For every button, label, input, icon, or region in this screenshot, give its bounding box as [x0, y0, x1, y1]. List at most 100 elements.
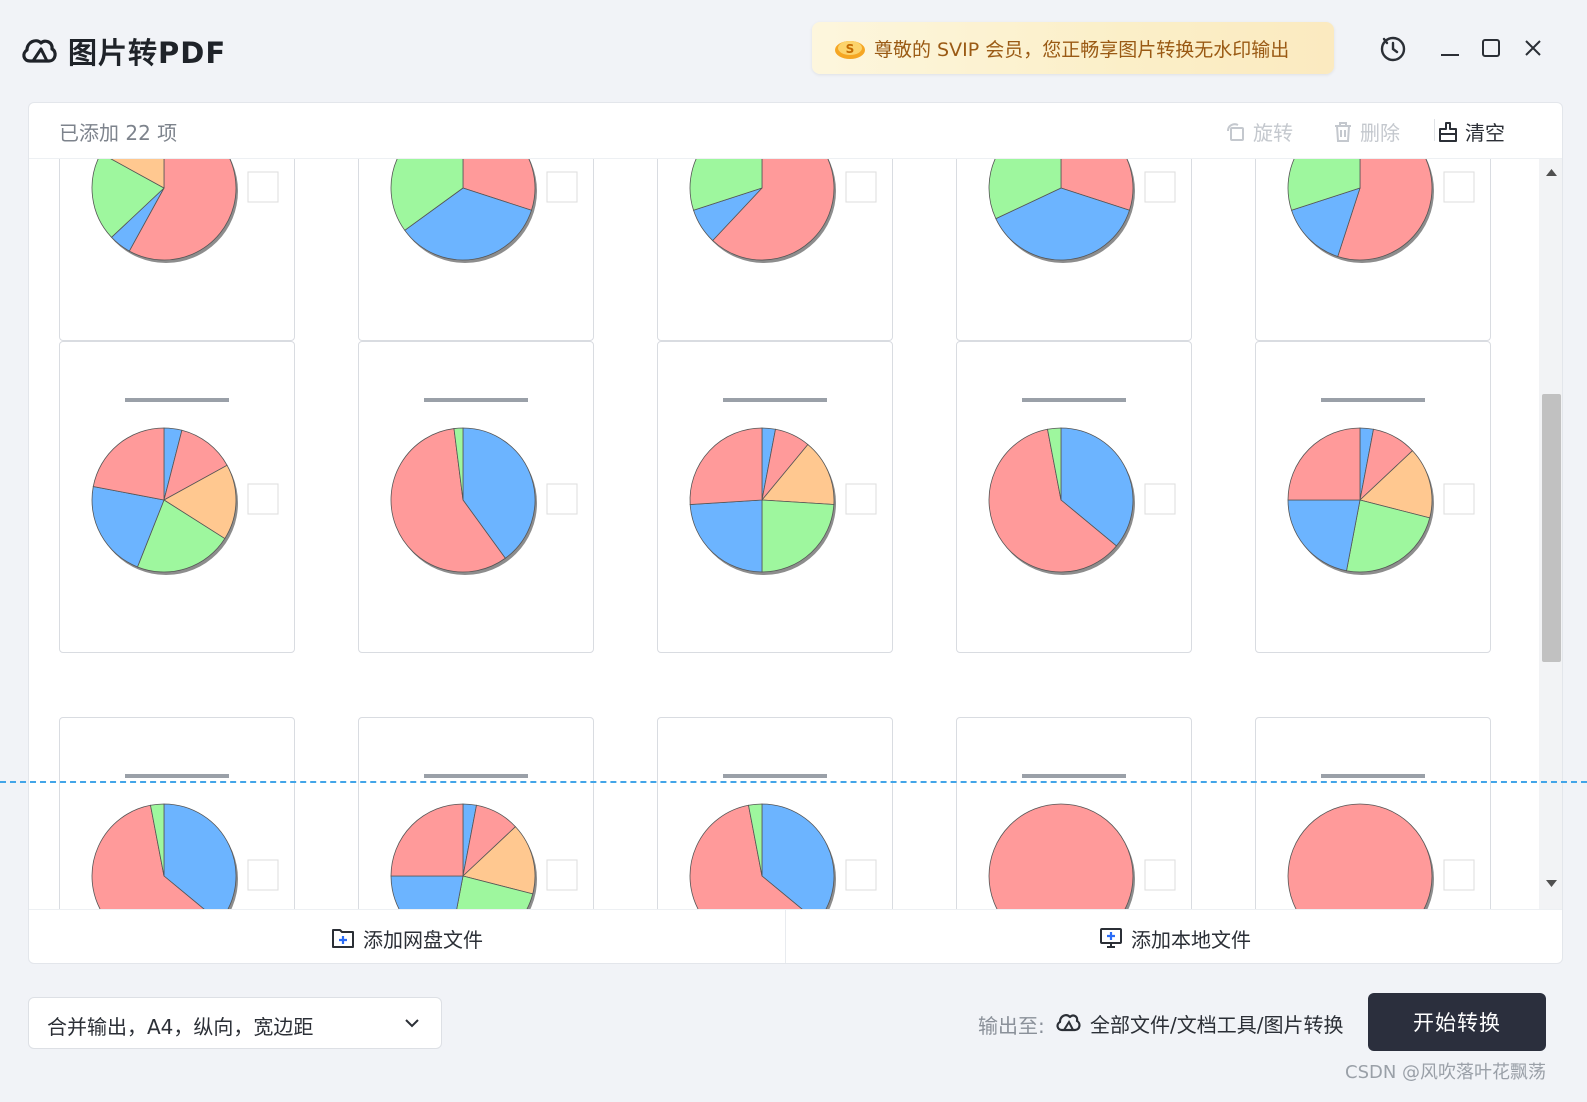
pie-legend: [247, 171, 279, 203]
pie-slice: [1287, 427, 1361, 501]
pie-legend: [845, 859, 877, 891]
thumbnail-card[interactable]: [657, 717, 893, 909]
pie-chart-thumbnail: [1287, 159, 1475, 263]
thumbnail-card[interactable]: [956, 341, 1192, 653]
pie-legend: [247, 483, 279, 515]
pie-legend: [247, 859, 279, 891]
pie-chart-thumbnail: [91, 398, 279, 575]
maximize-icon[interactable]: [1479, 36, 1503, 60]
pie-chart-thumbnail: [1287, 774, 1475, 909]
page-break-guide: [0, 781, 1587, 783]
pie-legend: [1443, 483, 1475, 515]
rotate-label: 旋转: [1253, 121, 1293, 145]
thumbnail-card[interactable]: [59, 159, 295, 341]
pie-chart-thumbnail: [390, 398, 578, 575]
thumbnail-card[interactable]: [59, 717, 295, 909]
add-cloud-button[interactable]: 添加网盘文件: [29, 910, 785, 963]
scrollbar-thumb[interactable]: [1542, 394, 1561, 662]
pie-slice: [390, 875, 464, 909]
scroll-down-icon[interactable]: [1545, 879, 1558, 889]
thumbnail-title-mark: [723, 774, 827, 778]
svg-text:S: S: [846, 42, 855, 56]
start-convert-button[interactable]: 开始转换: [1368, 993, 1546, 1051]
pie-slice: [761, 499, 835, 573]
add-cloud-label: 添加网盘文件: [363, 927, 483, 952]
broom-icon: [1439, 121, 1457, 142]
pie-chart-thumbnail: [390, 774, 578, 909]
output-path-link[interactable]: 全部文件/文档工具/图片转换: [1090, 1009, 1343, 1038]
thumbnail-card[interactable]: [1255, 341, 1491, 653]
output-setting-value: 合并输出，A4，纵向，宽边距: [47, 1015, 314, 1039]
thumbnail-card[interactable]: [358, 341, 594, 653]
pie-slice: [689, 427, 763, 505]
pie-chart-thumbnail: [988, 774, 1176, 909]
pie-slice: [988, 803, 1134, 909]
rotate-icon: [1227, 122, 1244, 141]
pie-slice: [689, 499, 763, 573]
thumbnail-card[interactable]: [1255, 717, 1491, 909]
panel-header: 已添加 22 项 旋转 删除 清空: [29, 103, 1562, 159]
add-local-label: 添加本地文件: [1131, 927, 1251, 952]
thumbnail-title-mark: [1022, 774, 1126, 778]
thumbnail-title-mark: [1321, 774, 1425, 778]
thumbnail-card[interactable]: [956, 717, 1192, 909]
pie-legend: [845, 483, 877, 515]
history-icon[interactable]: [1378, 34, 1408, 64]
csdn-watermark: CSDN @风吹落叶花飘荡: [1345, 1062, 1547, 1083]
scrollbar[interactable]: [1539, 159, 1562, 909]
title-bar: 图片转PDF S 尊敬的 SVIP 会员，您正畅享图片转换无水印输出: [0, 0, 1587, 100]
thumbnail-title-mark: [1022, 398, 1126, 402]
item-count: 已添加 22 项: [59, 121, 178, 145]
pie-chart-thumbnail: [91, 159, 279, 263]
pie-chart-thumbnail: [689, 774, 877, 909]
clear-button[interactable]: 清空: [1437, 117, 1505, 146]
svip-banner: S 尊敬的 SVIP 会员，您正畅享图片转换无水印输出: [812, 22, 1334, 74]
scroll-up-icon[interactable]: [1545, 167, 1558, 177]
thumbnail-title-mark: [723, 398, 827, 402]
clear-label: 清空: [1465, 121, 1505, 145]
thumbnail-card[interactable]: [956, 159, 1192, 341]
add-local-button[interactable]: 添加本地文件: [786, 910, 1562, 963]
pie-legend: [1443, 859, 1475, 891]
rotate-button[interactable]: 旋转: [1225, 117, 1293, 146]
cloud-logo-icon: [22, 39, 57, 63]
minimize-icon[interactable]: [1438, 36, 1462, 60]
pie-legend: [546, 483, 578, 515]
pie-chart-thumbnail: [91, 774, 279, 909]
output-label: 输出至:: [978, 1014, 1045, 1038]
pie-chart-thumbnail: [689, 159, 877, 263]
thumbnail-card[interactable]: [1255, 159, 1491, 341]
toolbar-divider: [1434, 119, 1435, 141]
pie-legend: [1144, 483, 1176, 515]
add-files-bar: 添加网盘文件 添加本地文件: [29, 909, 1562, 963]
thumbnail-title-mark: [424, 398, 528, 402]
thumbnail-title-mark: [1321, 398, 1425, 402]
close-icon[interactable]: [1521, 36, 1545, 60]
pie-legend: [1144, 859, 1176, 891]
app-title: 图片转PDF: [68, 36, 227, 70]
thumbnail-card[interactable]: [358, 159, 594, 341]
thumbnail-card[interactable]: [657, 159, 893, 341]
pie-legend: [546, 171, 578, 203]
thumbnail-card[interactable]: [59, 341, 295, 653]
thumbnail-grid: 6 城市层级：福田区... .png7 城市层级：光明区... .png8 城市…: [29, 159, 1539, 909]
delete-label: 删除: [1360, 121, 1400, 145]
delete-button[interactable]: 删除: [1332, 117, 1400, 146]
pie-slice: [1287, 803, 1433, 909]
pie-chart-thumbnail: [988, 398, 1176, 575]
svip-banner-text: 尊敬的 SVIP 会员，您正畅享图片转换无水印输出: [874, 39, 1290, 61]
thumbnail-card[interactable]: [657, 341, 893, 653]
pie-legend: [1144, 171, 1176, 203]
cloud-folder-icon: [1056, 1014, 1081, 1032]
file-panel: 已添加 22 项 旋转 删除 清空 6 城市层级：福田区... .png7 城市…: [28, 102, 1563, 964]
pie-chart-thumbnail: [390, 159, 578, 263]
pie-chart-thumbnail: [1287, 398, 1475, 575]
svip-badge-icon: S: [835, 41, 865, 59]
trash-icon: [1335, 121, 1351, 142]
pie-slice: [390, 803, 464, 877]
output-setting-select[interactable]: 合并输出，A4，纵向，宽边距: [28, 997, 442, 1049]
pie-legend: [845, 171, 877, 203]
thumbnail-title-mark: [125, 398, 229, 402]
thumbnail-card[interactable]: [358, 717, 594, 909]
pie-chart-thumbnail: [988, 159, 1176, 263]
